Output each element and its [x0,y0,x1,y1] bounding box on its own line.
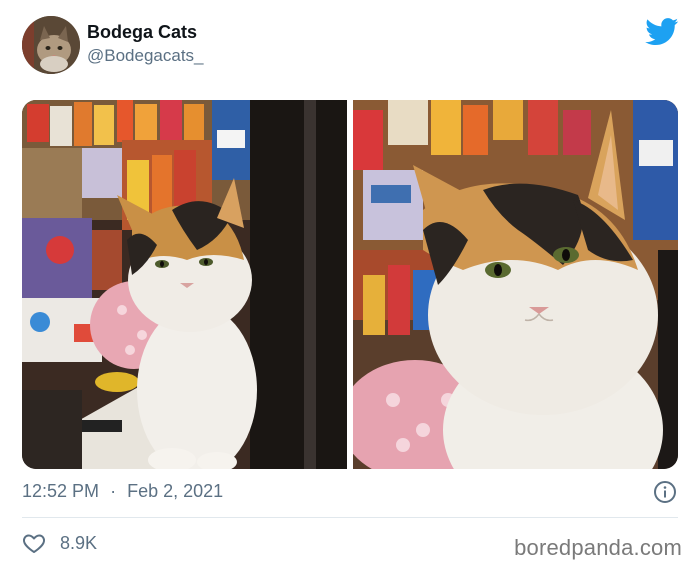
tweet-card: Bodega Cats @Bodegacats_ 12:52 PM · Feb … [0,0,700,571]
timestamp-separator: · [110,481,117,501]
display-name[interactable]: Bodega Cats [87,22,197,43]
tweet-date: Feb 2, 2021 [127,481,224,501]
source-credit: boredpanda.com [514,535,682,560]
divider [22,517,678,518]
like-button[interactable]: 8.9K [22,531,97,555]
heart-icon [23,534,45,553]
calico-cat-photo-left[interactable] [22,100,347,469]
media-grid [22,100,678,469]
info-icon[interactable] [653,480,677,504]
tweet-timestamp[interactable]: 12:52 PM · Feb 2, 2021 [22,481,223,502]
avatar[interactable] [22,16,80,74]
calico-cat-photo-right[interactable] [353,100,678,469]
like-count: 8.9K [60,532,98,553]
user-handle[interactable]: @Bodegacats_ [87,46,204,66]
avatar-cat-image [22,16,80,74]
tweet-time: 12:52 PM [22,481,100,501]
twitter-bird-icon[interactable] [645,18,679,46]
